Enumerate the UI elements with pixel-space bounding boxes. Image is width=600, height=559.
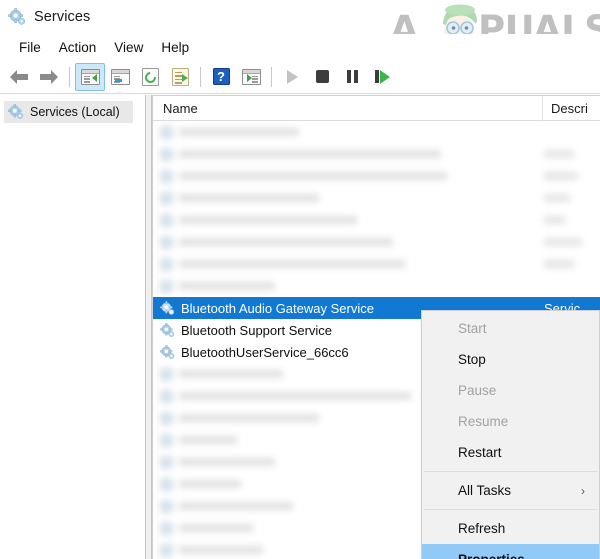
back-arrow-icon[interactable] (4, 63, 34, 91)
service-gear-icon (160, 300, 175, 316)
context-menu-item-resume[interactable]: Resume (422, 406, 599, 437)
context-menu-item-refresh[interactable]: Refresh (422, 513, 599, 544)
context-menu-item-restart[interactable]: Restart (422, 437, 599, 468)
properties-window-icon[interactable] (105, 63, 135, 91)
menu-file[interactable]: File (10, 38, 50, 57)
context-menu-item-start[interactable]: Start (422, 313, 599, 344)
toolbar: ? (0, 60, 600, 94)
start-service-icon[interactable] (277, 63, 307, 91)
pane-splitter[interactable] (145, 95, 152, 559)
window-title: Services (34, 9, 91, 25)
menu-view[interactable]: View (105, 38, 152, 57)
sidebar-item-label: Services (Local) (30, 105, 120, 119)
toolbar-separator-3 (271, 66, 272, 87)
show-hide-console-tree-icon[interactable] (75, 62, 105, 91)
chevron-right-icon: › (581, 483, 585, 498)
context-menu-item-stop[interactable]: Stop (422, 344, 599, 375)
service-name: Bluetooth Support Service (181, 322, 333, 338)
title-bar: Services (0, 0, 600, 34)
toolbar-separator-2 (200, 66, 201, 87)
restart-service-icon[interactable] (367, 63, 397, 91)
menu-action[interactable]: Action (50, 38, 106, 57)
context-menu: Start Stop Pause Resume Restart All Task… (421, 310, 600, 559)
column-header-name-label: Name (163, 100, 198, 116)
stop-service-icon[interactable] (307, 63, 337, 91)
service-name: Bluetooth Audio Gateway Service (181, 300, 374, 316)
table-row[interactable] (153, 275, 600, 297)
refresh-icon[interactable] (135, 63, 165, 91)
list-column-headers: ⌃ Name Descri (153, 96, 600, 121)
help-icon[interactable]: ? (206, 63, 236, 91)
services-gear-icon (8, 104, 24, 120)
service-gear-icon (160, 344, 175, 360)
table-row[interactable] (153, 187, 600, 209)
context-menu-item-all-tasks[interactable]: All Tasks › (422, 475, 599, 506)
column-header-description-label: Descri (551, 100, 588, 116)
pause-service-icon[interactable] (337, 63, 367, 91)
menu-bar: File Action View Help (0, 34, 600, 60)
export-list-icon[interactable] (165, 63, 195, 91)
context-menu-item-all-tasks-label: All Tasks (458, 483, 512, 498)
show-action-pane-icon[interactable] (236, 63, 266, 91)
console-tree-pane: Services (Local) (0, 95, 145, 559)
service-name: BluetoothUserService_66cc6 (181, 344, 349, 360)
service-gear-icon (160, 322, 175, 338)
services-window: Services A PUALS File Action View Help ?… (0, 0, 600, 559)
context-menu-separator-2 (424, 509, 597, 510)
sort-ascending-icon: ⌃ (350, 95, 360, 103)
forward-arrow-icon[interactable] (34, 63, 64, 91)
table-row[interactable] (153, 209, 600, 231)
sidebar-item-services-local[interactable]: Services (Local) (4, 101, 133, 123)
column-header-description[interactable]: Descri (543, 96, 600, 121)
table-row[interactable] (153, 253, 600, 275)
context-menu-item-pause[interactable]: Pause (422, 375, 599, 406)
column-header-name[interactable]: ⌃ Name (153, 96, 543, 121)
toolbar-separator-1 (69, 66, 70, 87)
table-row[interactable] (153, 143, 600, 165)
context-menu-item-properties[interactable]: Properties (422, 544, 599, 559)
table-row[interactable] (153, 231, 600, 253)
services-gear-icon (8, 8, 26, 26)
context-menu-separator-1 (424, 471, 597, 472)
table-row[interactable] (153, 121, 600, 143)
table-row[interactable] (153, 165, 600, 187)
menu-help[interactable]: Help (152, 38, 198, 57)
